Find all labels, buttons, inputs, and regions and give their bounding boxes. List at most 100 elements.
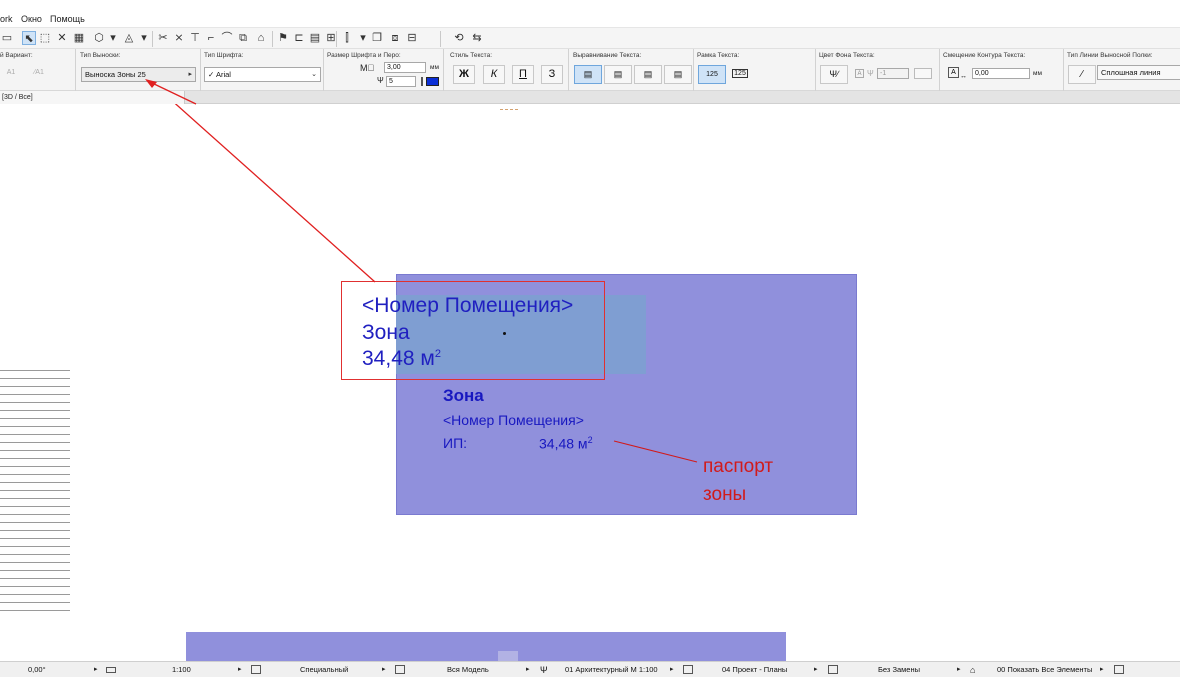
model-view-value[interactable]: 04 Проект - Планы <box>722 662 787 677</box>
zone-polygon-lower[interactable] <box>186 632 786 661</box>
dropdown-icon[interactable]: ▾ <box>137 31 151 45</box>
menu-help[interactable]: Помощь <box>50 14 85 24</box>
variant-a1-slant-icon[interactable]: ⁄A1 <box>28 64 50 83</box>
font-size-label: Размер Шрифта и Перо: <box>327 52 401 59</box>
table-icon[interactable]: ⊟ <box>405 31 419 45</box>
teamwork-icon[interactable]: ⟲ <box>452 31 466 45</box>
italic-button[interactable]: К <box>483 65 505 84</box>
group-icon[interactable]: ❐ <box>370 31 384 45</box>
variant-a1-icon[interactable]: A1 <box>0 64 22 83</box>
chevron-right-icon[interactable]: ▸ <box>526 662 530 677</box>
flag-icon[interactable]: ⚑ <box>276 31 290 45</box>
line-type-value: Сплошная линия <box>1101 68 1161 77</box>
pen-divider <box>421 77 423 86</box>
scale-value[interactable]: 1:100 <box>172 662 191 677</box>
alignment-label: Выравнивание Текста: <box>573 52 642 59</box>
align-center-icon[interactable]: ▤ <box>604 65 632 84</box>
triangle-icon[interactable]: ◬ <box>122 31 136 45</box>
alignment-group: Выравнивание Текста: ▤ ▤ ▤ ▤ <box>570 49 694 91</box>
fillet-icon[interactable]: ⌒ <box>220 31 234 45</box>
floor-icon[interactable]: ⫿ <box>340 31 354 45</box>
dropdown-icon[interactable]: ▾ <box>356 31 370 45</box>
underline-button[interactable]: П <box>512 65 534 84</box>
override-value[interactable]: Без Замены <box>878 662 920 677</box>
font-size-unit: мм <box>430 64 439 71</box>
split-icon[interactable]: ⨯ <box>172 31 186 45</box>
view-3d-icon[interactable]: ⬡ <box>92 31 106 45</box>
marquee-icon[interactable]: ⬚ <box>38 31 52 45</box>
bg-pen-input[interactable]: -1 <box>877 68 909 79</box>
scale-icon <box>106 667 116 673</box>
status-bar: 0,00° ▸ 1:100 ▸ Специальный ▸ Вся Модель… <box>0 661 1180 677</box>
send-icon[interactable]: ⇆ <box>470 31 484 45</box>
section-icon[interactable]: ⊏ <box>292 31 306 45</box>
font-size-input[interactable]: 3,00 <box>384 62 426 73</box>
contour-offset-label: Смещение Контура Текста: <box>943 52 1026 59</box>
font-type-group: Тип Шрифта: ✓ Arial ⌄ <box>201 49 324 91</box>
dropdown-icon[interactable]: ▾ <box>106 31 120 45</box>
chevron-right-icon[interactable]: ▸ <box>957 662 961 677</box>
pen-value: 5 <box>389 78 393 85</box>
arrow-select-icon[interactable]: ⬉ <box>22 31 36 45</box>
background-toggle-icon[interactable]: Ψ∕ <box>820 65 848 84</box>
roof-icon[interactable]: ⌂ <box>254 31 268 45</box>
pen-set-value[interactable]: 01 Архитектурный М 1:100 <box>565 662 658 677</box>
checkmark-icon: ✓ <box>208 70 215 79</box>
pen-input[interactable]: 5 <box>386 76 416 87</box>
contour-offset-value: 0,00 <box>975 70 989 77</box>
chevron-right-icon[interactable]: ▸ <box>238 662 242 677</box>
variant-group: й Вариант: A1 ⁄A1 <box>0 49 76 91</box>
partial-structure-value[interactable]: Специальный <box>300 662 348 677</box>
tab-3d-all[interactable]: [3D / Все] <box>0 91 185 104</box>
callout-type-group: Тип Выноски: Выноска Зоны 25 ▸ <box>77 49 201 91</box>
frame-off-button[interactable]: 125 <box>698 65 726 84</box>
model-icon <box>395 665 405 674</box>
pen-icon: Ψ <box>377 76 384 85</box>
font-dropdown[interactable]: ✓ Arial ⌄ <box>204 67 321 82</box>
contour-offset-icon: A <box>948 67 959 78</box>
bold-button[interactable]: Ж <box>453 65 475 84</box>
chevron-right-icon[interactable]: ▸ <box>1100 662 1104 677</box>
trim-icon[interactable]: ✂ <box>156 31 170 45</box>
intersect-icon[interactable]: ⌐ <box>204 31 218 45</box>
bg-pen-icon: Ψ <box>867 69 874 78</box>
frame-on-button[interactable]: 125 <box>728 65 752 84</box>
align-left-icon[interactable]: ▤ <box>574 65 602 84</box>
menu-teamwork[interactable]: ork <box>0 14 13 24</box>
strikethrough-button[interactable]: З <box>541 65 563 84</box>
offset-icon[interactable]: ⧉ <box>236 31 250 45</box>
drawing-canvas[interactable]: <Номер Помещения> Зона 34,48 м2 Зона <Но… <box>0 104 1180 661</box>
layout-icon[interactable]: ▤ <box>308 31 322 45</box>
font-size-group: Размер Шрифта и Перо: M⃞ 3,00 мм Ψ 5 <box>324 49 444 91</box>
open-icon[interactable]: ▭ <box>0 31 14 45</box>
stack-icon[interactable]: ⧈ <box>388 31 402 45</box>
pen-set-icon: Ψ <box>540 665 548 675</box>
chevron-down-icon: ⌄ <box>311 71 317 78</box>
angle-value[interactable]: 0,00° <box>28 662 46 677</box>
adjust-icon[interactable]: ⊤ <box>188 31 202 45</box>
chevron-right-icon[interactable]: ▸ <box>670 662 674 677</box>
toolbar-separator <box>336 31 337 47</box>
crosshair-icon[interactable]: ✕ <box>55 31 69 45</box>
chevron-right-icon[interactable]: ▸ <box>814 662 818 677</box>
bg-color-swatch[interactable] <box>914 68 932 79</box>
toolbar-separator <box>152 31 153 47</box>
layers-icon <box>251 665 261 674</box>
align-right-icon[interactable]: ▤ <box>634 65 662 84</box>
line-type-dropdown[interactable]: Сплошная линия <box>1097 65 1180 80</box>
grid-icon[interactable]: ▦ <box>72 31 86 45</box>
pen-color-swatch[interactable] <box>426 77 439 86</box>
renovation-value[interactable]: 00 Показать Все Элементы <box>997 662 1092 677</box>
menu-window[interactable]: Окно <box>21 14 42 24</box>
bg-fill-icon: A <box>855 69 864 78</box>
leader-line-icon[interactable]: ∕ <box>1068 65 1096 84</box>
chevron-right-icon[interactable]: ▸ <box>382 662 386 677</box>
callout-type-dropdown[interactable]: Выноска Зоны 25 ▸ <box>81 67 196 82</box>
chevron-right-icon[interactable]: ▸ <box>94 662 98 677</box>
arrows-icon: ↔ <box>960 73 967 80</box>
model-view-icon <box>683 665 693 674</box>
contour-offset-input[interactable]: 0,00 <box>972 68 1030 79</box>
align-justify-icon[interactable]: ▤ <box>664 65 692 84</box>
override-icon <box>828 665 838 674</box>
model-value[interactable]: Вся Модель <box>447 662 489 677</box>
